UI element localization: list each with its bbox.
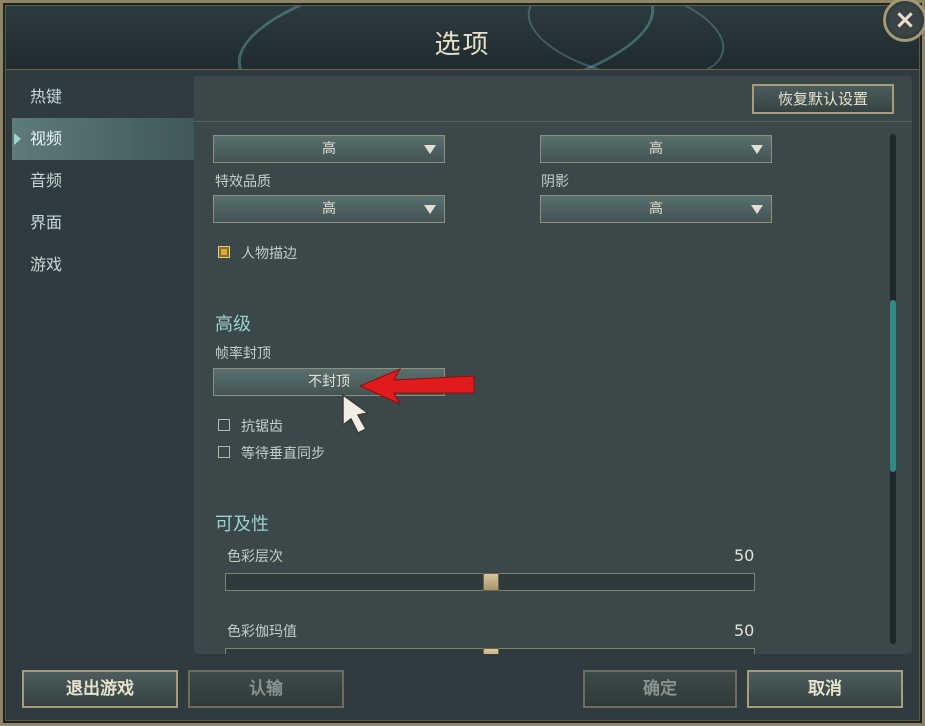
antialias-checkbox[interactable]	[218, 419, 230, 431]
red-arrow-annotation-icon	[360, 367, 475, 406]
sidebar-item-label: 视频	[30, 129, 63, 148]
close-icon[interactable]: ×	[883, 0, 925, 42]
accessibility-section-title: 可及性	[215, 514, 269, 535]
exit-game-button[interactable]: 退出游戏	[22, 670, 178, 708]
advanced-section-title: 高级	[215, 314, 251, 335]
dropdown-arrow-icon	[424, 145, 436, 154]
color-gamma-slider[interactable]	[225, 648, 755, 654]
footer-bar: 退出游戏 认输 确定 取消	[3, 660, 922, 722]
sidebar-item-label: 游戏	[30, 255, 63, 274]
sidebar-item-label: 界面	[30, 213, 63, 232]
confirm-button[interactable]: 确定	[583, 670, 737, 708]
quality-dropdown[interactable]: 高	[213, 135, 445, 163]
content-scrollbar[interactable]	[890, 134, 896, 644]
shadow-label: 阴影	[541, 174, 569, 190]
sidebar-item-label: 热键	[30, 87, 63, 106]
antialias-label: 抗锯齿	[241, 419, 283, 435]
outline-checkbox[interactable]	[218, 246, 230, 258]
outline-label: 人物描边	[241, 246, 297, 262]
effects-quality-label: 特效品质	[215, 174, 271, 190]
title-bar: 选项	[6, 6, 919, 70]
color-levels-label: 色彩层次	[227, 549, 283, 565]
window-title: 选项	[434, 30, 491, 60]
panel-header: 恢复默认设置	[194, 76, 912, 122]
quality-dropdown[interactable]: 高	[540, 135, 772, 163]
dropdown-value: 不封顶	[308, 374, 350, 390]
framerate-cap-label: 帧率封顶	[215, 346, 271, 362]
sidebar-item-label: 音频	[30, 171, 63, 190]
dropdown-arrow-icon	[424, 205, 436, 214]
color-gamma-value: 50	[734, 621, 755, 640]
slider-thumb[interactable]	[483, 573, 499, 591]
color-gamma-label: 色彩伽玛值	[227, 624, 297, 640]
color-levels-value: 50	[734, 546, 755, 565]
effects-quality-dropdown[interactable]: 高	[213, 195, 445, 223]
sidebar-item-game[interactable]: 游戏	[12, 244, 194, 286]
sidebar-item-video[interactable]: 视频	[12, 118, 194, 160]
dropdown-value: 高	[322, 141, 336, 157]
sidebar-item-hotkeys[interactable]: 热键	[12, 76, 194, 118]
mouse-cursor-icon	[342, 393, 370, 435]
scrollbar-thumb[interactable]	[890, 300, 896, 472]
slider-thumb[interactable]	[483, 648, 499, 654]
sidebar-nav: 热键 视频 音频 界面 游戏	[12, 76, 194, 286]
dropdown-value: 高	[322, 201, 336, 217]
dropdown-arrow-icon	[751, 145, 763, 154]
vsync-label: 等待垂直同步	[241, 446, 325, 462]
reset-defaults-button[interactable]: 恢复默认设置	[752, 84, 894, 114]
dropdown-arrow-icon	[751, 205, 763, 214]
shadow-dropdown[interactable]: 高	[540, 195, 772, 223]
settings-panel: 恢复默认设置 高 高 特效品质 阴影 高 高 人物描边 高级 帧率封顶 不封顶 …	[194, 76, 912, 654]
sidebar-item-interface[interactable]: 界面	[12, 202, 194, 244]
cancel-button[interactable]: 取消	[747, 670, 903, 708]
vsync-checkbox[interactable]	[218, 446, 230, 458]
dropdown-value: 高	[649, 201, 663, 217]
active-marker-icon	[14, 133, 21, 145]
color-levels-slider[interactable]	[225, 573, 755, 591]
surrender-button[interactable]: 认输	[188, 670, 344, 708]
dropdown-value: 高	[649, 141, 663, 157]
sidebar-item-audio[interactable]: 音频	[12, 160, 194, 202]
